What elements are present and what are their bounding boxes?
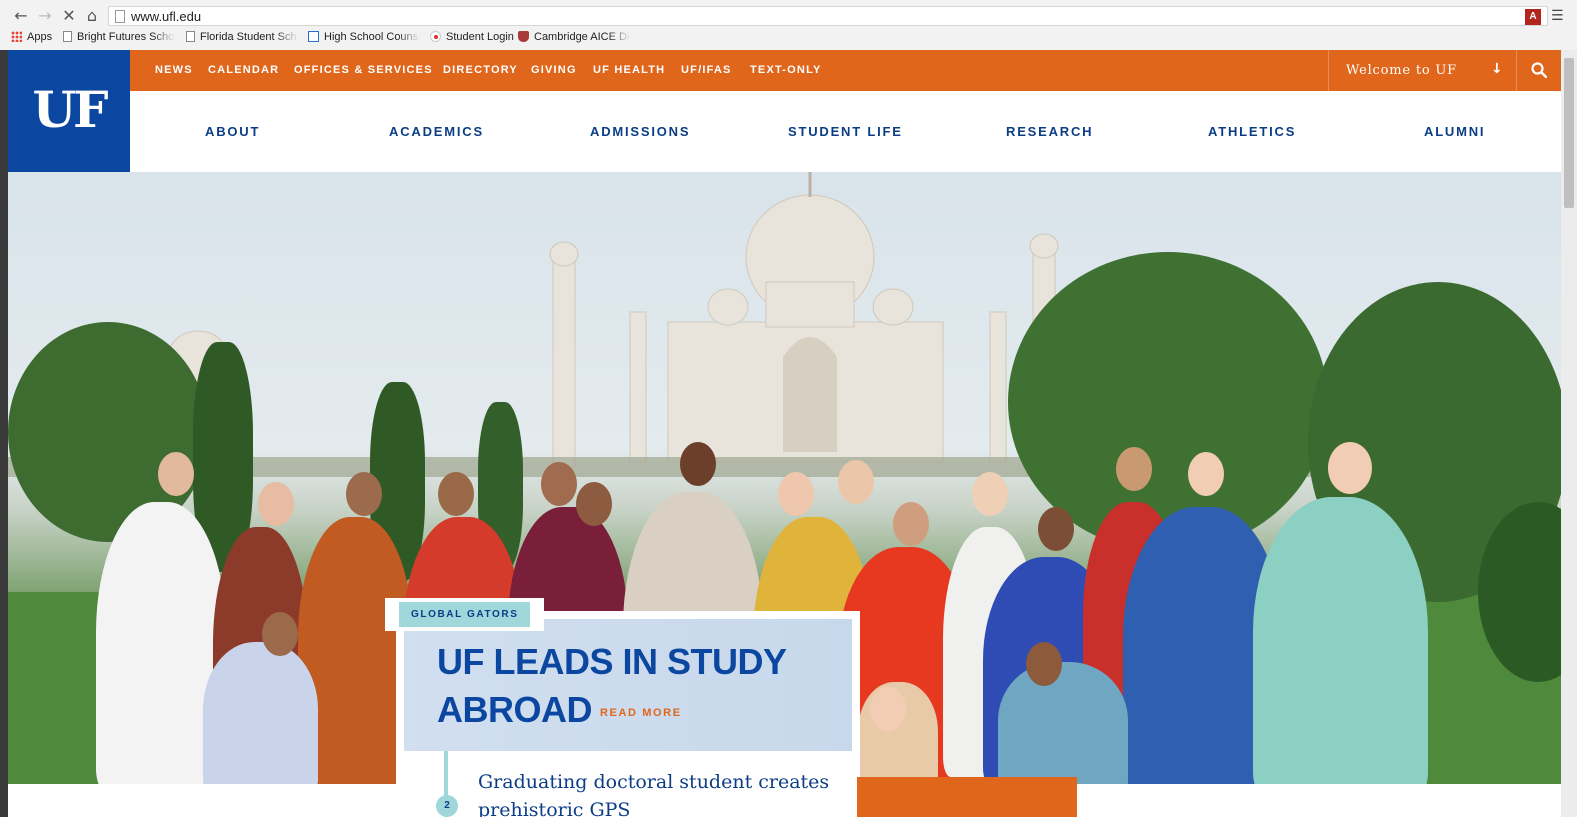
- top-link-directory[interactable]: DIRECTORY: [443, 64, 518, 76]
- cambridge-icon: [518, 31, 529, 42]
- teaser-story-link[interactable]: Graduating doctoral student creates preh…: [478, 768, 838, 817]
- bookmark-label: High School Counsel: [324, 31, 420, 43]
- nav-student-life[interactable]: STUDENT LIFE: [788, 124, 903, 139]
- main-navigation: ABOUT ACADEMICS ADMISSIONS STUDENT LIFE …: [130, 91, 1561, 172]
- top-link-calendar[interactable]: CALENDAR: [208, 64, 279, 76]
- top-link-news[interactable]: NEWS: [155, 64, 193, 76]
- bookmark-label: Apps: [27, 31, 53, 43]
- headline-line-2: ABROAD: [437, 689, 593, 730]
- uf-logo[interactable]: UF: [8, 50, 130, 172]
- face: [576, 482, 612, 526]
- bookmark-student-login[interactable]: Student Login: [430, 31, 514, 47]
- face: [838, 460, 874, 504]
- face: [1188, 452, 1224, 496]
- face: [158, 452, 194, 496]
- top-link-offices-services[interactable]: OFFICES & SERVICES: [294, 64, 433, 76]
- bookmark-bright-futures[interactable]: Bright Futures Schola: [63, 31, 175, 47]
- person: [998, 662, 1128, 784]
- face: [870, 687, 906, 731]
- face: [541, 462, 577, 506]
- ufl-homepage: UF NEWS CALENDAR OFFICES & SERVICES DIRE…: [8, 50, 1561, 817]
- calendar-icon: [308, 31, 319, 42]
- bookmark-label: Student Login: [446, 31, 514, 43]
- face: [258, 482, 294, 526]
- apps-grid-icon: [11, 31, 22, 42]
- face: [438, 472, 474, 516]
- welcome-label: Welcome to UF: [1346, 63, 1457, 78]
- page-scrollbar[interactable]: [1561, 50, 1577, 817]
- nav-research[interactable]: RESEARCH: [1006, 124, 1093, 139]
- face: [680, 442, 716, 486]
- teaser-number-badge: 2: [436, 795, 458, 817]
- page-icon: [63, 31, 72, 42]
- bookmark-florida-student[interactable]: Florida Student Schol: [186, 31, 298, 47]
- face: [346, 472, 382, 516]
- person: [1253, 497, 1428, 784]
- nav-admissions[interactable]: ADMISSIONS: [590, 124, 690, 139]
- address-bar[interactable]: www.ufl.edu ☆: [108, 6, 1548, 26]
- utility-bar: NEWS CALENDAR OFFICES & SERVICES DIRECTO…: [130, 50, 1561, 91]
- face: [1038, 507, 1074, 551]
- page-icon: [115, 10, 125, 23]
- top-link-text-only[interactable]: TEXT-ONLY: [750, 64, 822, 76]
- browser-menu-icon[interactable]: ☰: [1551, 8, 1564, 24]
- top-link-uf-ifas[interactable]: UF/IFAS: [681, 64, 732, 76]
- welcome-dropdown[interactable]: Welcome to UF ↓: [1328, 50, 1516, 91]
- nav-alumni[interactable]: ALUMNI: [1424, 124, 1485, 139]
- stop-button[interactable]: ✕: [59, 6, 79, 26]
- home-button[interactable]: ⌂: [82, 6, 102, 26]
- bookmark-label: Cambridge AICE Dipl: [534, 31, 630, 43]
- top-link-giving[interactable]: GIVING: [531, 64, 577, 76]
- face: [1328, 442, 1372, 494]
- headline-line-1: UF LEADS IN STUDY: [437, 641, 787, 682]
- orange-promo-tile[interactable]: [857, 777, 1077, 817]
- search-button[interactable]: [1516, 50, 1561, 91]
- scrollbar-thumb[interactable]: [1564, 58, 1574, 208]
- face: [1026, 642, 1062, 686]
- nav-about[interactable]: ABOUT: [205, 124, 260, 139]
- bookmark-label: Florida Student Schol: [200, 31, 298, 43]
- nav-athletics[interactable]: ATHLETICS: [1208, 124, 1296, 139]
- page-icon: [186, 31, 195, 42]
- bookmark-high-school-counsel[interactable]: High School Counsel: [308, 31, 420, 47]
- browser-chrome: ← → ✕ ⌂ www.ufl.edu ☆ A ☰ Apps Bright Fu…: [0, 0, 1577, 50]
- feature-headline[interactable]: UF LEADS IN STUDY ABROAD READ MORE: [437, 638, 857, 737]
- pdf-extension-icon[interactable]: A: [1525, 9, 1541, 25]
- nav-academics[interactable]: ACADEMICS: [389, 124, 484, 139]
- browser-toolbar: ← → ✕ ⌂ www.ufl.edu ☆ A ☰: [0, 2, 1577, 30]
- read-more-link[interactable]: READ MORE: [600, 707, 682, 719]
- face: [972, 472, 1008, 516]
- face: [262, 612, 298, 656]
- address-url[interactable]: www.ufl.edu: [131, 9, 201, 24]
- forward-button[interactable]: →: [35, 6, 55, 26]
- uf-logo-text: UF: [32, 80, 108, 139]
- face: [778, 472, 814, 516]
- search-icon: [1531, 62, 1547, 78]
- face: [893, 502, 929, 546]
- arrow-down-icon: ↓: [1491, 61, 1503, 77]
- category-badge[interactable]: GLOBAL GATORS: [385, 598, 545, 631]
- student-login-icon: [430, 31, 441, 42]
- bookmark-cambridge-aice[interactable]: Cambridge AICE Dipl: [518, 31, 630, 47]
- bookmark-apps[interactable]: Apps: [11, 31, 52, 47]
- category-badge-label: GLOBAL GATORS: [399, 602, 531, 627]
- person: [203, 642, 318, 784]
- top-link-uf-health[interactable]: UF HEALTH: [593, 64, 665, 76]
- feature-story-card[interactable]: GLOBAL GATORS UF LEADS IN STUDY ABROAD RE…: [385, 598, 860, 817]
- bookmark-label: Bright Futures Schola: [77, 31, 175, 43]
- back-button[interactable]: ←: [11, 6, 31, 26]
- face: [1116, 447, 1152, 491]
- bookmarks-bar: Apps Bright Futures Schola Florida Stude…: [0, 30, 1577, 48]
